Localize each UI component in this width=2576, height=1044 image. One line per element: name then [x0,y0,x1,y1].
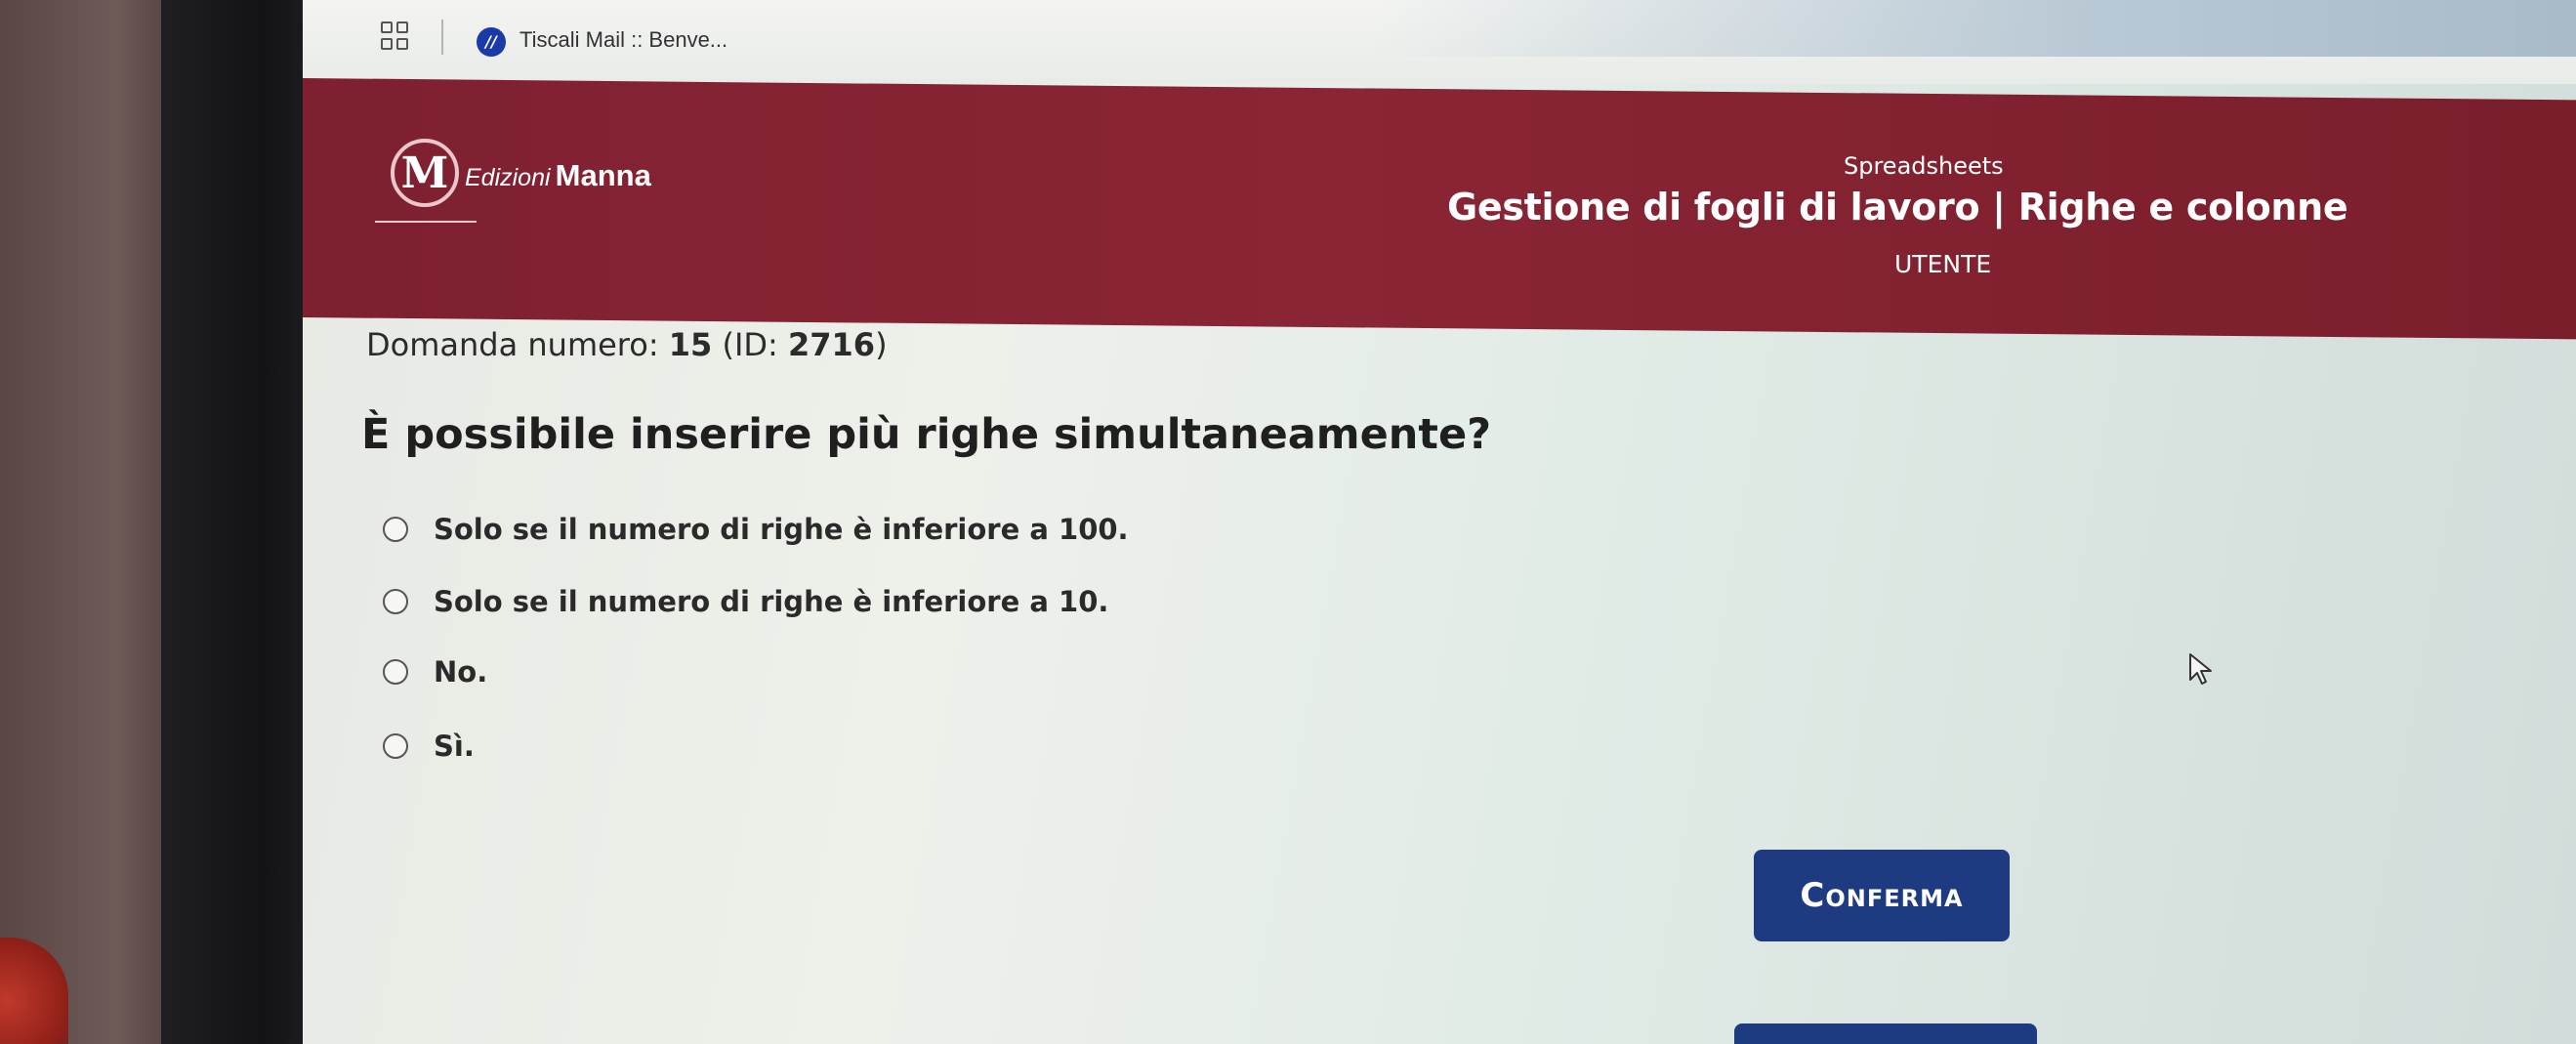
answer-option-4[interactable]: Sì. [383,727,475,766]
monitor-bezel [161,0,308,1044]
question-id-prefix: (ID: [722,326,778,363]
publisher-name-italic: Edizioni [465,164,551,191]
answer-label: Sì. [434,730,475,763]
apps-grid-icon[interactable] [381,21,410,51]
answer-label: No. [434,655,488,689]
browser-top-strip [1377,0,2576,57]
publisher-name: Edizioni Manna [465,158,651,193]
publisher-name-bold: Manna [555,158,651,192]
answer-option-3[interactable]: No. [383,652,487,691]
bookmarks-separator [441,20,443,55]
bookmark-tiscali-mail[interactable]: Tiscali Mail :: Benve... [519,27,727,53]
answer-option-1[interactable]: Solo se il numero di righe è inferiore a… [383,510,1129,549]
question-number: Domanda numero: 15 (ID: 2716) [366,326,888,363]
question-text: È possibile inserire più righe simultane… [361,410,1492,459]
confirm-button[interactable]: Conferma [1754,850,2010,941]
user-role: UTENTE [1894,250,1992,278]
screen: // Tiscali Mail :: Benve... M Edizioni M… [303,0,2576,1044]
radio-button[interactable] [383,517,408,542]
mouse-cursor-icon [2189,653,2212,685]
radio-button[interactable] [383,589,408,614]
secondary-button-partial[interactable] [1734,1023,2037,1044]
tiscali-favicon-icon[interactable]: // [477,27,506,57]
course-title: Gestione di fogli di lavoro | Righe e co… [1447,186,2348,229]
question-number-label: Domanda numero: [366,326,659,363]
radio-button[interactable] [383,733,408,759]
svg-text:M: M [401,148,449,198]
radio-button[interactable] [383,659,408,685]
question-number-value: 15 [668,326,713,363]
question-id-suffix: ) [875,326,888,363]
answer-option-2[interactable]: Solo se il numero di righe è inferiore a… [383,582,1108,621]
logo-underline [375,221,477,223]
bookmarks-bar: // Tiscali Mail :: Benve... [303,0,2576,84]
course-category: Spreadsheets [1844,152,2004,180]
question-id-value: 2716 [788,326,876,363]
answer-label: Solo se il numero di righe è inferiore a… [434,585,1109,618]
answer-label: Solo se il numero di righe è inferiore a… [434,513,1129,546]
edizioni-manna-logo-icon: M [391,139,459,207]
